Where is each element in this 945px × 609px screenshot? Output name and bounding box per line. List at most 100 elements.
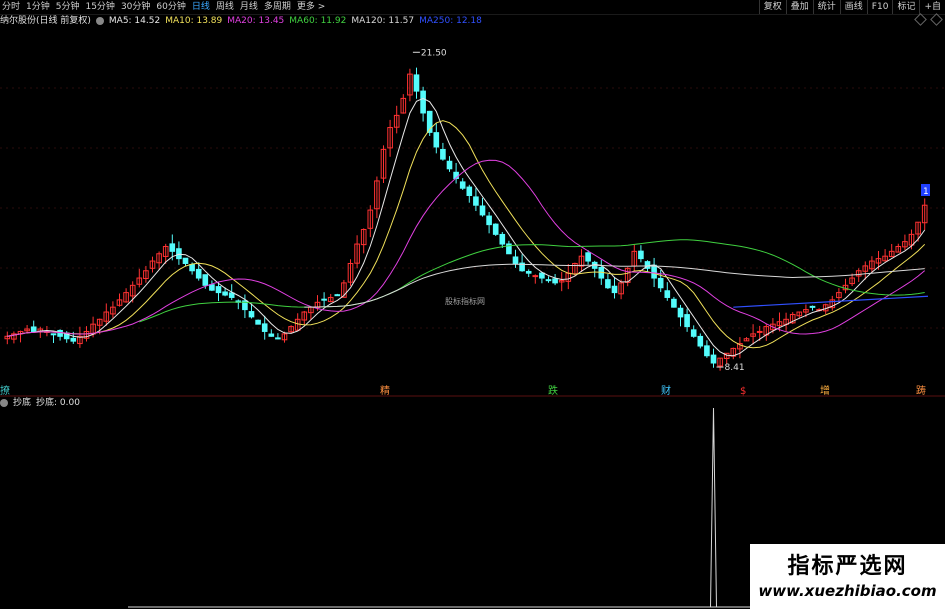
period-tab[interactable]: 1分钟 — [26, 0, 50, 14]
candle-body — [209, 284, 215, 291]
period-tab[interactable]: 更多 > — [297, 0, 325, 14]
candle-body — [545, 279, 552, 282]
candle-body — [228, 292, 235, 298]
subchart-settings-icon[interactable] — [0, 399, 8, 407]
stock-title: 纳尔股份(日线 前复权) — [0, 16, 91, 26]
candle-body — [492, 223, 499, 235]
candle-body — [459, 181, 466, 189]
signal-label: 增 — [820, 384, 830, 397]
period-tab[interactable]: 60分钟 — [156, 0, 185, 14]
candle-body — [215, 286, 222, 294]
candle-body — [189, 264, 195, 272]
candle-body — [261, 323, 268, 332]
candle-body — [664, 290, 671, 298]
candle-body — [499, 233, 506, 245]
candle-body — [334, 294, 341, 297]
subchart-legend: 抄底 抄底: 0.00 — [0, 397, 80, 409]
period-tab[interactable]: 30分钟 — [121, 0, 150, 14]
candle-body — [809, 305, 816, 308]
toolbar-button[interactable]: 复权 — [758, 0, 786, 14]
period-toolbar: 分时 1分钟 5分钟 15分钟 30分钟 60分钟 日线 周线 月线 多周期 更多 > 复权 叠加 统计… — [0, 0, 945, 15]
signal-label: 财 — [661, 384, 671, 397]
ma-line — [7, 159, 926, 337]
price-chart[interactable]: 21.50 8.41 股标指标网 1 撩 精 跌 财 $ 增 踌 — [0, 28, 945, 609]
ma-legend-item: MA250: 12.18 — [419, 16, 482, 26]
signal-label: 跌 — [548, 384, 558, 397]
candle-body — [651, 264, 657, 279]
toolbar-button[interactable]: 叠加 — [785, 0, 813, 14]
center-watermark-text: 股标指标网 — [445, 296, 485, 306]
subchart-value: 抄底: 0.00 — [36, 398, 80, 408]
candle-body — [677, 307, 684, 318]
candle-body — [420, 90, 426, 114]
signal-label: 精 — [380, 384, 390, 397]
toolbar-button[interactable]: 画线 — [839, 0, 867, 14]
ma-items: MA5: 14.52 MA10: 13.89 MA20: 13.45 MA60: 11… — [109, 15, 482, 28]
candle-body — [710, 354, 717, 364]
ma-legend-bar: 纳尔股份(日线 前复权) MA5: 14.52 MA10: 13.89 MA20: … — [0, 15, 482, 28]
signal-label: 踌 — [916, 384, 926, 397]
candle-body — [697, 335, 704, 347]
period-tab[interactable]: 5分钟 — [56, 0, 80, 14]
diamond-icon[interactable] — [914, 13, 927, 26]
low-label: 8.41 — [725, 363, 745, 373]
ma250-line — [733, 295, 929, 308]
candle-body — [169, 243, 176, 252]
candle-body — [195, 268, 202, 279]
diamond-icon[interactable] — [930, 13, 943, 26]
candle-body — [704, 345, 710, 357]
candle-body — [671, 298, 677, 308]
candle-body — [202, 274, 209, 286]
candle-body — [275, 337, 281, 340]
candle-body — [585, 252, 591, 262]
high-label: 21.50 — [421, 48, 447, 58]
toolbar-button[interactable]: F10 — [866, 0, 893, 14]
candle-body — [684, 314, 690, 328]
candle-body — [182, 257, 189, 264]
candle-body — [756, 330, 763, 333]
period-tab[interactable]: 日线 — [192, 0, 210, 14]
period-tab[interactable]: 月线 — [240, 0, 258, 14]
ma-legend-item: MA5: 14.52 — [108, 16, 161, 26]
candle-body — [222, 291, 228, 296]
candle-body — [605, 279, 611, 289]
watermark-title: 指标严选网 — [787, 554, 908, 579]
candle-body — [176, 248, 182, 260]
candle-body — [525, 270, 532, 274]
period-tabs: 分时 1分钟 5分钟 15分钟 30分钟 60分钟 日线 周线 月线 多周期 更多 > — [0, 0, 325, 14]
site-watermark: 指标严选网 www.xuezhibiao.com — [750, 544, 945, 609]
candle-body — [539, 272, 545, 279]
candle-body — [50, 333, 57, 336]
candle-body — [657, 277, 664, 289]
candle-body — [413, 74, 420, 92]
period-tab[interactable]: 多周期 — [264, 0, 291, 14]
watermark-url: www.xuezhibiao.com — [758, 582, 937, 600]
signal-label: 撩 — [0, 384, 10, 397]
candle-body — [321, 298, 327, 301]
ma-legend-item: MA20: 13.45 — [227, 16, 285, 26]
toolbar-button[interactable]: +自 — [919, 0, 945, 14]
right-toolbar: 复权 叠加 统计 画线 F10 标记 +自 — [758, 0, 945, 14]
toolbar-button[interactable]: 标记 — [892, 0, 919, 14]
candle-body — [268, 333, 275, 337]
candle-body — [248, 311, 255, 318]
ma-legend-item: MA120: 11.57 — [351, 16, 415, 26]
period-tab[interactable]: 15分钟 — [85, 0, 114, 14]
candle-body — [473, 196, 479, 206]
candle-body — [255, 319, 261, 325]
settings-dot-icon[interactable] — [95, 17, 104, 25]
period-tab[interactable]: 周线 — [216, 0, 234, 14]
subchart-name: 抄底 — [13, 398, 32, 408]
candle-body — [486, 215, 492, 226]
candle-body — [440, 148, 446, 160]
toolbar-button[interactable]: 统计 — [812, 0, 840, 14]
subchart-spike — [710, 407, 717, 608]
ma-line — [7, 120, 926, 349]
candle-body — [433, 132, 440, 148]
ma-legend-item: MA60: 11.92 — [289, 16, 347, 26]
candle-body — [552, 278, 558, 284]
period-tab[interactable]: 分时 — [2, 0, 20, 14]
candle-body — [638, 250, 644, 260]
ma-line — [7, 97, 926, 357]
candle-body — [479, 205, 486, 216]
